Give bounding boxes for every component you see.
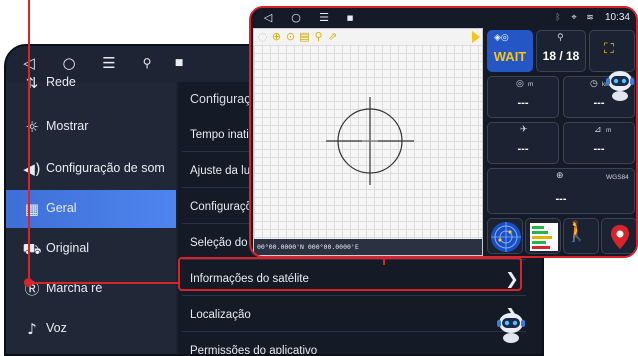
sidebar-item-label: Rede xyxy=(46,75,76,89)
refresh-icon[interactable]: ◌ xyxy=(256,30,269,43)
signal-bars-icon xyxy=(530,223,558,251)
status-text: WAIT xyxy=(493,49,527,64)
position-value: --- xyxy=(555,193,567,205)
radar-icon xyxy=(491,222,521,252)
speaker-icon: ◀) xyxy=(23,160,41,178)
menu-row-label: Ajuste da luz xyxy=(190,165,256,177)
back-nav-icon[interactable]: ◁ xyxy=(261,11,275,25)
system-bar: ◁ ○ ☰ ■ ᛒ ⌖ ≋ 10:34 xyxy=(251,8,636,28)
crosshair-icon xyxy=(326,97,414,185)
play-icon[interactable] xyxy=(472,31,480,43)
globe-icon: ⊕ xyxy=(556,171,564,181)
heading-value: --- xyxy=(517,143,529,155)
satellite-screen: ◁ ○ ☰ ■ ᛒ ⌖ ≋ 10:34 ◌ ⊕ ⊙ ▤ ⚲ ⇗ 00°00.00… xyxy=(249,6,638,258)
satellite-count: 18 / 18 xyxy=(542,49,580,63)
callout-line xyxy=(28,282,180,284)
speedometer-icon: ◷ xyxy=(590,79,598,89)
altitude-value: --- xyxy=(517,97,529,109)
radar-button[interactable] xyxy=(487,218,523,254)
notification-icon: ■ xyxy=(346,14,354,22)
fullscreen-icon: ⛶ xyxy=(604,41,614,57)
sidebar-item-label: Mostrar xyxy=(46,119,89,133)
sidebar-item-label: Configuração de som xyxy=(46,161,165,175)
map-grid xyxy=(254,45,482,241)
altitude-tile: ◎ m --- xyxy=(487,76,559,118)
sidebar-item-original[interactable]: ⛟ Original xyxy=(6,230,176,268)
satellite-info-panel: ◈◎ WAIT ⚲ 18 / 18 ⛶ ◎ m --- ◷ km/h xyxy=(485,28,636,256)
position-tile: ⊕ WGS84 --- xyxy=(487,168,635,214)
pin-icon[interactable]: ⚲ xyxy=(312,30,325,43)
sidebar-item-mostrar[interactable]: ☼ Mostrar xyxy=(6,108,176,146)
accuracy-value: --- xyxy=(593,143,605,155)
altitude-icon: ◎ xyxy=(516,79,524,89)
sidebar-item-geral[interactable]: ▦ Geral xyxy=(6,190,176,228)
signal-bars-button[interactable] xyxy=(525,218,561,254)
menu-row-label: Permissões do aplicativo xyxy=(190,345,318,356)
map-pin-icon xyxy=(611,225,629,249)
network-icon: ⇅ xyxy=(25,74,39,92)
clock: 10:34 xyxy=(604,12,630,23)
menu-row-permissoes[interactable]: Permissões do aplicativo xyxy=(182,334,526,356)
bluetooth-icon: ᛒ xyxy=(555,13,561,23)
sidebar-item-label: Original xyxy=(46,241,90,255)
highlight-frame xyxy=(178,257,522,291)
menu-row-label: Tempo inativ xyxy=(190,129,255,141)
datum-label: WGS84 xyxy=(606,174,629,181)
assistant-robot-icon[interactable] xyxy=(605,68,635,102)
coordinates-readout: 00°00.0000'N 000°00.0000'E xyxy=(254,239,482,255)
car-icon: ⛟ xyxy=(22,240,42,258)
heading-tile: ✈ --- xyxy=(487,122,559,164)
heading-icon: ✈ xyxy=(520,125,528,135)
record-icon[interactable]: ▤ xyxy=(298,30,311,43)
callout-dot xyxy=(24,278,33,287)
menu-row-localizacao[interactable]: Localização ❯ xyxy=(182,298,526,332)
callout-line xyxy=(28,0,30,283)
home-nav-icon[interactable]: ○ xyxy=(289,11,303,25)
sidebar-item-rede[interactable]: ⇅ Rede xyxy=(6,64,176,102)
target-icon[interactable]: ⊕ xyxy=(270,30,283,43)
sidebar-item-label: Voz xyxy=(46,321,67,335)
search-icon: ⚲ xyxy=(557,33,564,43)
satellite-icon: ◈◎ xyxy=(494,33,509,43)
locate-icon[interactable]: ⊙ xyxy=(284,30,297,43)
menu-row-label: Localização xyxy=(190,309,251,321)
accuracy-tile: ⊿ m --- xyxy=(563,122,635,164)
walk-mode-button[interactable]: 🚶 xyxy=(563,218,599,254)
unit-label: m xyxy=(528,81,534,88)
grid-icon: ▦ xyxy=(24,200,40,218)
sidebar-item-som[interactable]: ◀) Configuração de som xyxy=(6,150,176,188)
accuracy-icon: ⊿ xyxy=(594,125,602,135)
settings-sidebar: ⇅ Rede ☼ Mostrar ◀) Configuração de som … xyxy=(6,74,176,354)
satellite-count-tile: ⚲ 18 / 18 xyxy=(536,30,586,72)
export-icon[interactable]: ⇗ xyxy=(326,30,339,43)
map-toolbar: ◌ ⊕ ⊙ ▤ ⚲ ⇗ xyxy=(254,29,482,45)
walking-person-icon: 🚶 xyxy=(564,221,589,243)
assistant-robot-icon[interactable] xyxy=(496,310,526,344)
microphone-icon: ♪ xyxy=(27,320,37,338)
sidebar-item-label: Geral xyxy=(46,201,77,215)
sidebar-item-marcha-re[interactable]: Ⓡ Marcha ré xyxy=(6,270,176,308)
location-icon: ⌖ xyxy=(571,13,577,23)
brightness-icon: ☼ xyxy=(25,118,39,136)
menu-nav-icon[interactable]: ☰ xyxy=(317,11,331,25)
fullscreen-tile[interactable]: ⛶ xyxy=(589,30,635,72)
sidebar-item-voz[interactable]: ♪ Voz xyxy=(6,310,176,348)
unit-label: m xyxy=(606,127,612,134)
satellite-map-panel: ◌ ⊕ ⊙ ▤ ⚲ ⇗ 00°00.0000'N 000°00.0000'E xyxy=(253,28,483,256)
wifi-icon: ≋ xyxy=(586,13,594,23)
composite-illustration: ◁ ○ ☰ ⚲ ■ ⇅ Rede ☼ Mostrar ◀) Configuraç… xyxy=(0,0,638,356)
map-pin-button[interactable] xyxy=(601,218,636,254)
status-tile: ◈◎ WAIT xyxy=(487,30,533,72)
